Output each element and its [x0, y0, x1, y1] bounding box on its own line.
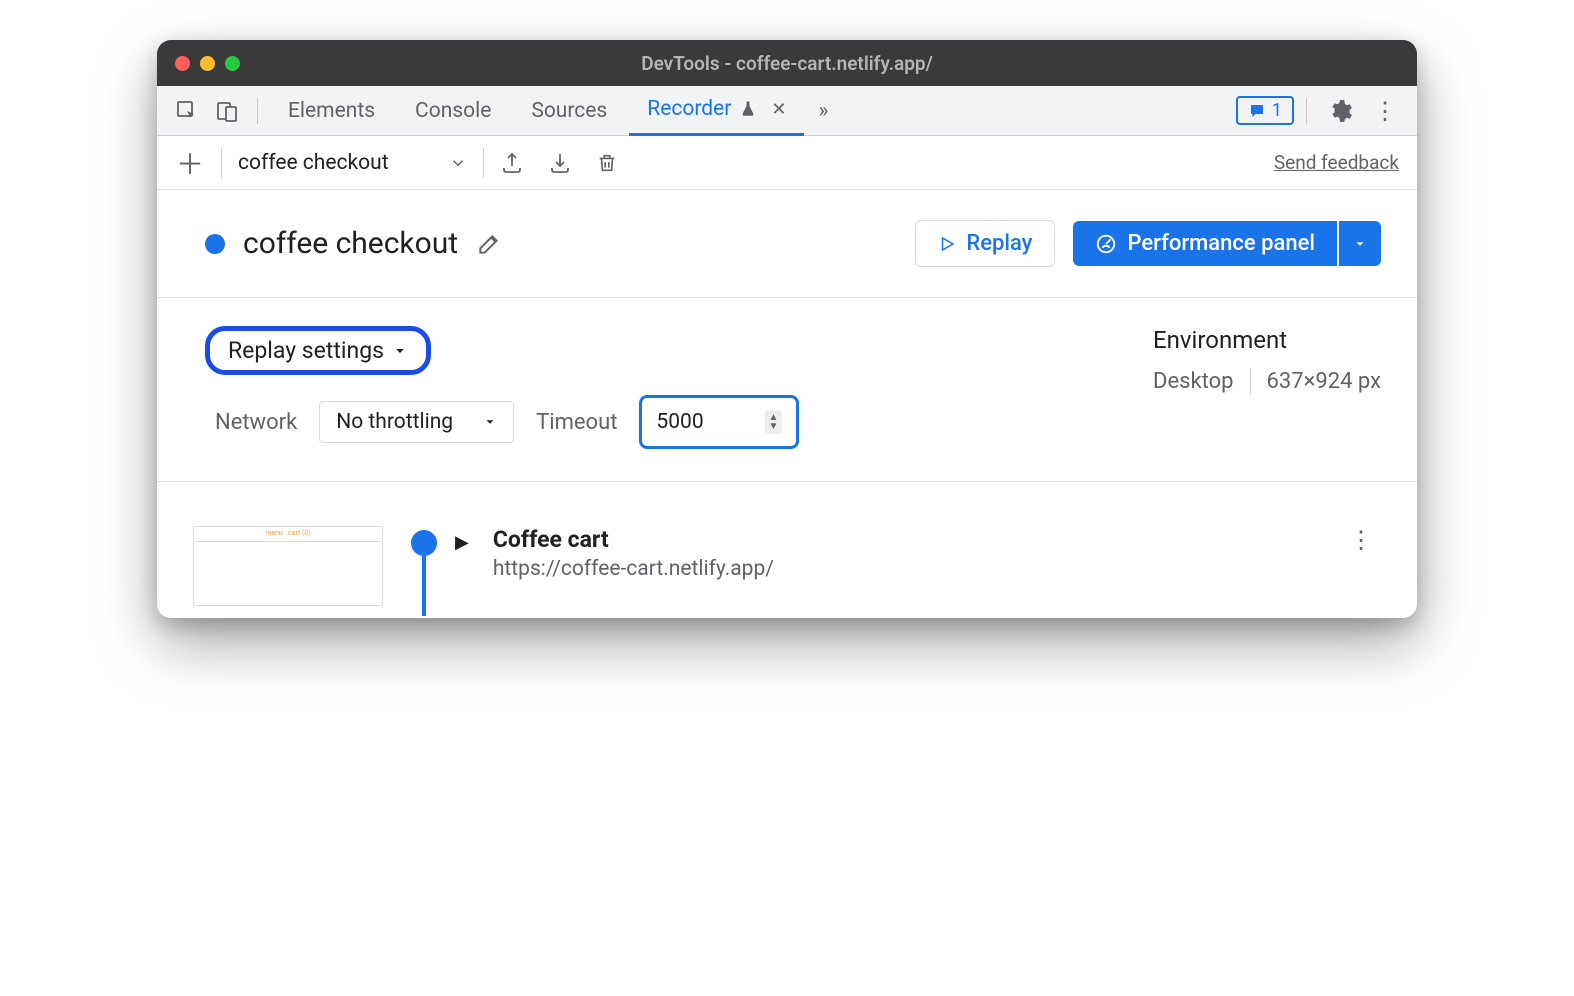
more-tabs-button[interactable]: »	[808, 86, 838, 136]
steps-list: menu cart (0) ▶ Coffee cart https://coff…	[157, 482, 1417, 618]
divider	[257, 98, 258, 124]
caret-down-icon	[483, 415, 497, 429]
inspect-element-icon[interactable]	[169, 93, 205, 129]
export-icon[interactable]	[500, 151, 532, 175]
tab-sources[interactable]: Sources	[513, 86, 625, 136]
replay-button[interactable]: Replay	[915, 220, 1055, 267]
devtools-window: DevTools - coffee-cart.netlify.app/ Elem…	[157, 40, 1417, 618]
recording-selector[interactable]: coffee checkout	[238, 151, 467, 175]
more-menu-icon[interactable]: ⋮	[1365, 97, 1405, 125]
replay-settings-toggle[interactable]: Replay settings	[205, 326, 431, 375]
timeout-value: 5000	[656, 410, 703, 434]
main-tabbar: Elements Console Sources Recorder ✕ » 1 …	[157, 86, 1417, 136]
send-feedback-link[interactable]: Send feedback	[1274, 151, 1399, 174]
step-title: Coffee cart	[493, 526, 774, 553]
caret-down-icon	[1353, 237, 1367, 251]
divider	[1250, 368, 1251, 394]
divider	[1306, 98, 1307, 124]
close-window-button[interactable]	[175, 56, 190, 71]
step-url: https://coffee-cart.netlify.app/	[493, 557, 774, 581]
traffic-lights	[175, 56, 240, 71]
step-text: Coffee cart https://coffee-cart.netlify.…	[493, 526, 774, 581]
device-toolbar-icon[interactable]	[209, 93, 245, 129]
step-row[interactable]: ▶ Coffee cart https://coffee-cart.netlif…	[411, 526, 1321, 581]
minimize-window-button[interactable]	[200, 56, 215, 71]
performance-dropdown-button[interactable]	[1339, 221, 1381, 266]
tab-recorder-label: Recorder	[647, 97, 731, 121]
play-icon	[938, 235, 956, 253]
recording-header: coffee checkout Replay Performance panel	[157, 190, 1417, 298]
tab-console[interactable]: Console	[397, 86, 509, 136]
gauge-icon	[1095, 233, 1117, 255]
timeout-label: Timeout	[536, 410, 617, 435]
replay-controls: Network No throttling Timeout 5000 ▲▼	[205, 395, 1153, 449]
import-icon[interactable]	[548, 151, 580, 175]
recording-selector-label: coffee checkout	[238, 151, 389, 175]
network-value: No throttling	[336, 410, 453, 434]
titlebar: DevTools - coffee-cart.netlify.app/	[157, 40, 1417, 86]
issues-count: 1	[1272, 100, 1282, 121]
caret-down-icon	[392, 343, 408, 359]
step-thumbnail: menu cart (0)	[193, 526, 383, 606]
environment-dimensions: 637×924 px	[1267, 369, 1382, 394]
environment-device: Desktop	[1153, 369, 1234, 394]
replay-settings-label: Replay settings	[228, 337, 384, 364]
expand-step-icon[interactable]: ▶	[455, 532, 469, 581]
close-tab-icon[interactable]: ✕	[771, 99, 786, 120]
timeout-input[interactable]: 5000 ▲▼	[639, 395, 799, 449]
settings-section: Replay settings Network No throttling Ti…	[157, 298, 1417, 482]
chevron-down-icon	[449, 154, 467, 172]
recording-title: coffee checkout	[243, 226, 458, 261]
status-dot-icon	[205, 234, 225, 254]
timeline-dot-icon	[411, 530, 437, 556]
step-menu-icon[interactable]: ⋮	[1349, 526, 1381, 554]
message-icon	[1248, 102, 1266, 120]
performance-panel-button[interactable]: Performance panel	[1073, 221, 1337, 266]
number-spinner-icon[interactable]: ▲▼	[765, 410, 783, 434]
network-throttling-select[interactable]: No throttling	[319, 401, 514, 443]
replay-button-label: Replay	[966, 231, 1032, 256]
maximize-window-button[interactable]	[225, 56, 240, 71]
settings-gear-icon[interactable]	[1319, 98, 1361, 124]
performance-button-group: Performance panel	[1073, 221, 1381, 266]
issues-badge[interactable]: 1	[1236, 96, 1294, 125]
edit-title-icon[interactable]	[476, 231, 502, 257]
environment-section: Environment Desktop 637×924 px	[1153, 326, 1381, 449]
new-recording-button[interactable]: ＋	[175, 143, 205, 183]
window-title: DevTools - coffee-cart.netlify.app/	[157, 52, 1417, 75]
tab-recorder[interactable]: Recorder ✕	[629, 86, 804, 136]
environment-title: Environment	[1153, 326, 1381, 354]
performance-button-label: Performance panel	[1127, 231, 1315, 256]
divider	[221, 148, 222, 178]
delete-icon[interactable]	[596, 152, 628, 174]
tab-elements[interactable]: Elements	[270, 86, 393, 136]
network-label: Network	[215, 410, 297, 435]
flask-icon	[739, 100, 757, 118]
recorder-toolbar: ＋ coffee checkout Send feedback	[157, 136, 1417, 190]
divider	[483, 148, 484, 178]
